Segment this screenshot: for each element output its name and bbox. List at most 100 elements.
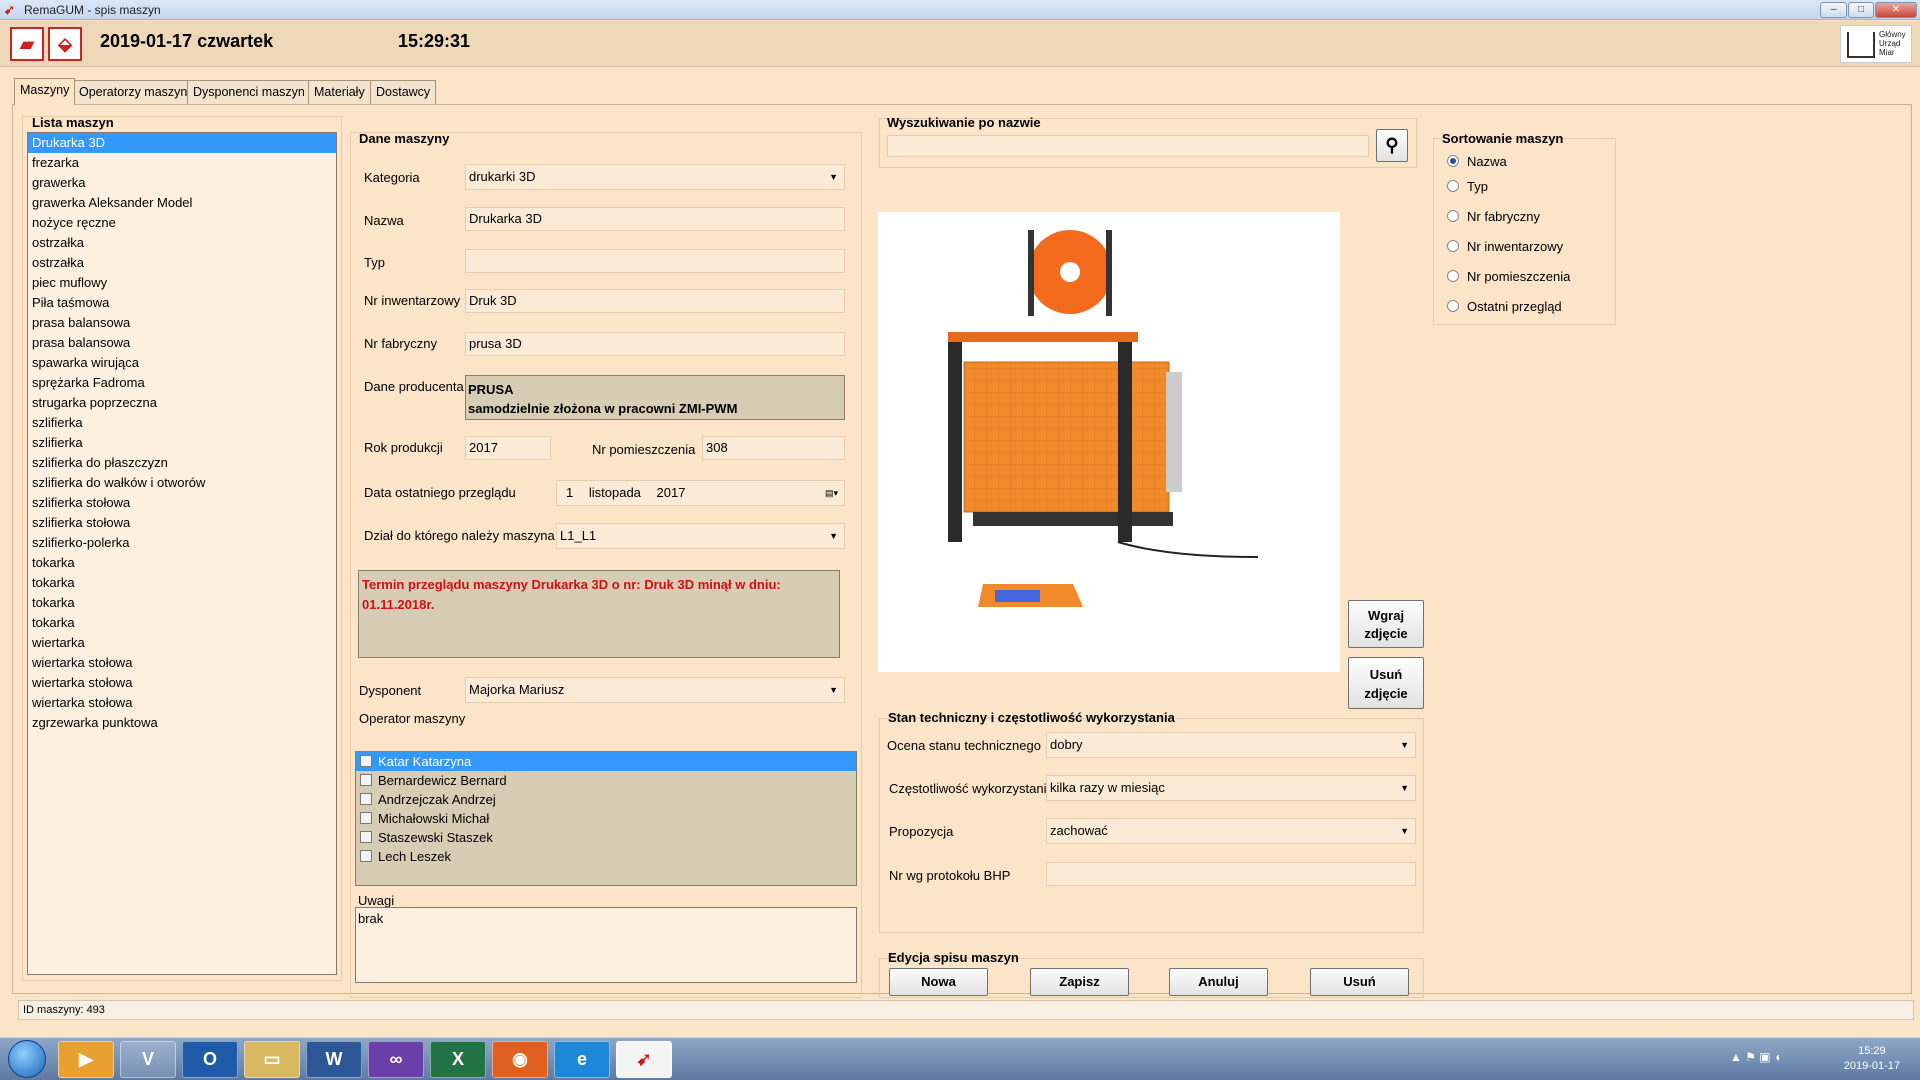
condition-combo[interactable]: dobry ▼ (1046, 732, 1416, 758)
name-field[interactable]: Drukarka 3D (465, 207, 845, 231)
list-item[interactable]: zgrzewarka punktowa (28, 713, 336, 733)
list-item[interactable]: ostrzałka (28, 233, 336, 253)
cancel-button[interactable]: Anuluj (1169, 968, 1268, 996)
serial-label: Nr fabryczny (364, 336, 437, 351)
list-item[interactable]: wiertarka stołowa (28, 673, 336, 693)
operator-item[interactable]: Lech Leszek (356, 847, 856, 866)
list-item[interactable]: Piła taśmowa (28, 293, 336, 313)
checkbox[interactable] (360, 755, 372, 767)
delete-button[interactable]: Usuń (1310, 968, 1409, 996)
start-button[interactable] (8, 1040, 46, 1078)
proposal-combo[interactable]: zachować ▼ (1046, 818, 1416, 844)
list-item[interactable]: grawerka Aleksander Model (28, 193, 336, 213)
search-button[interactable]: ⚲ (1376, 129, 1408, 162)
list-item[interactable]: szlifierko-polerka (28, 533, 336, 553)
list-item[interactable]: prasa balansowa (28, 333, 336, 353)
tab-dysponenci[interactable]: Dysponenci maszyn (187, 80, 311, 104)
list-item[interactable]: tokarka (28, 613, 336, 633)
frequency-combo[interactable]: kilka razy w miesiąc ▼ (1046, 775, 1416, 801)
tray-icons[interactable]: ▲ ⚑ ▣ ◖ (1730, 1050, 1781, 1064)
disposer-combo[interactable]: Majorka Mariusz ▼ (465, 677, 845, 703)
room-field[interactable]: 308 (702, 436, 845, 460)
list-item[interactable]: szlifierka do płaszczyzn (28, 453, 336, 473)
list-item[interactable]: sprężarka Fadroma (28, 373, 336, 393)
visual-studio-icon[interactable]: ∞ (368, 1041, 424, 1078)
list-item[interactable]: szlifierka (28, 413, 336, 433)
sort-radio-nr-inwentarzowy[interactable] (1447, 240, 1459, 252)
list-item[interactable]: frezarka (28, 153, 336, 173)
review-date-picker[interactable]: 1 listopada 2017 ▤▾ (556, 480, 845, 506)
machine-list[interactable]: Drukarka 3D frezarka grawerka grawerka A… (27, 132, 337, 975)
save-button[interactable]: Zapisz (1030, 968, 1129, 996)
category-combo[interactable]: drukarki 3D ▼ (465, 164, 845, 190)
minimize-button[interactable]: – (1820, 2, 1847, 18)
list-item[interactable]: wiertarka (28, 633, 336, 653)
operator-item[interactable]: Staszewski Staszek (356, 828, 856, 847)
producer-field[interactable]: PRUSA samodzielnie złożona w pracowni ZMI… (465, 375, 845, 420)
list-item[interactable]: nożyce ręczne (28, 213, 336, 233)
inventory-field[interactable]: Druk 3D (465, 289, 845, 313)
checkbox[interactable] (360, 850, 372, 862)
bhp-field[interactable] (1046, 862, 1416, 886)
new-button[interactable]: Nowa (889, 968, 988, 996)
upload-photo-button[interactable]: Wgraj zdjęcie (1348, 600, 1424, 648)
list-item[interactable]: szlifierka do wałków i otworów (28, 473, 336, 493)
list-item[interactable]: Drukarka 3D (28, 133, 336, 153)
tab-dostawcy[interactable]: Dostawcy (370, 80, 437, 104)
visio-icon[interactable]: V (120, 1041, 176, 1078)
list-item[interactable]: spawarka wirująca (28, 353, 336, 373)
tab-materialy[interactable]: Materiały (308, 80, 371, 104)
maximize-button[interactable]: □ (1848, 2, 1874, 18)
remove-photo-button[interactable]: Usuń zdjęcie (1348, 657, 1424, 709)
year-field[interactable]: 2017 (465, 436, 551, 460)
tab-operatorzy[interactable]: Operatorzy maszyn (73, 80, 194, 104)
taskbar-clock[interactable]: 15:29 2019-01-17 (1844, 1044, 1900, 1074)
sort-radio-typ[interactable] (1447, 180, 1459, 192)
close-button[interactable]: ✕ (1875, 2, 1917, 18)
list-item[interactable]: szlifierka stołowa (28, 513, 336, 533)
remagum-icon[interactable]: ➹ (616, 1041, 672, 1078)
firefox-icon[interactable]: ◉ (492, 1041, 548, 1078)
list-item[interactable]: ostrzałka (28, 253, 336, 273)
checkbox[interactable] (360, 812, 372, 824)
department-combo[interactable]: L1_L1 ▼ (556, 523, 845, 549)
notes-textarea[interactable]: brak (355, 907, 857, 983)
sort-radio-nazwa[interactable] (1447, 155, 1459, 167)
sort-radio-nr-fabryczny[interactable] (1447, 210, 1459, 222)
checkbox[interactable] (360, 774, 372, 786)
tag-icon[interactable]: ⬙ (48, 27, 82, 61)
sort-radio-nr-pomieszczenia[interactable] (1447, 270, 1459, 282)
list-item[interactable]: grawerka (28, 173, 336, 193)
operator-item[interactable]: Katar Katarzyna (356, 752, 856, 771)
list-item[interactable]: prasa balansowa (28, 313, 336, 333)
serial-field[interactable]: prusa 3D (465, 332, 845, 356)
type-field[interactable] (465, 249, 845, 273)
sort-label: Sortowanie maszyn (1442, 131, 1564, 146)
search-input[interactable] (887, 135, 1369, 157)
checkbox[interactable] (360, 831, 372, 843)
outlook-icon[interactable]: O (182, 1041, 238, 1078)
media-player-icon[interactable]: ▶ (58, 1041, 114, 1078)
machine-icon[interactable]: ▰ (10, 27, 44, 61)
list-item[interactable]: tokarka (28, 593, 336, 613)
list-item[interactable]: tokarka (28, 553, 336, 573)
operator-item[interactable]: Bernardewicz Bernard (356, 771, 856, 790)
operator-item[interactable]: Andrzejczak Andrzej (356, 790, 856, 809)
list-item[interactable]: strugarka poprzeczna (28, 393, 336, 413)
checkbox[interactable] (360, 793, 372, 805)
word-icon[interactable]: W (306, 1041, 362, 1078)
explorer-icon[interactable]: ▭ (244, 1041, 300, 1078)
list-item[interactable]: szlifierka (28, 433, 336, 453)
list-item[interactable]: wiertarka stołowa (28, 653, 336, 673)
excel-icon[interactable]: X (430, 1041, 486, 1078)
edit-group-label: Edycja spisu maszyn (888, 950, 1019, 965)
list-item[interactable]: tokarka (28, 573, 336, 593)
operator-item[interactable]: Michałowski Michał (356, 809, 856, 828)
operator-checklist[interactable]: Katar Katarzyna Bernardewicz Bernard And… (355, 751, 857, 886)
sort-radio-ostatni-przeglad[interactable] (1447, 300, 1459, 312)
list-item[interactable]: wiertarka stołowa (28, 693, 336, 713)
internet-explorer-icon[interactable]: e (554, 1041, 610, 1078)
list-item[interactable]: piec muflowy (28, 273, 336, 293)
list-item[interactable]: szlifierka stołowa (28, 493, 336, 513)
tab-maszyny[interactable]: Maszyny (14, 78, 76, 105)
